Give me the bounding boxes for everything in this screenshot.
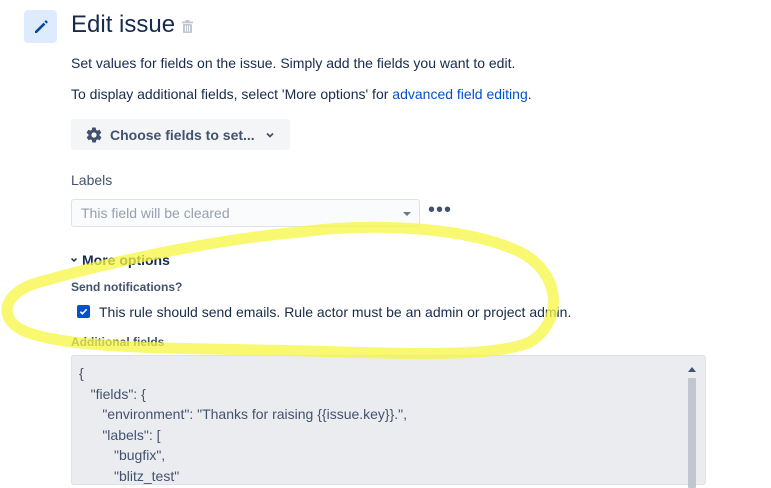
checkmark-icon bbox=[79, 308, 88, 315]
edit-issue-icon-tile bbox=[24, 10, 57, 43]
additional-fields-json[interactable]: { "fields": { "environment": "Thanks for… bbox=[79, 363, 407, 486]
send-emails-checkbox[interactable] bbox=[77, 305, 90, 318]
intro-line-1: Set values for fields on the issue. Simp… bbox=[71, 55, 516, 71]
labels-select[interactable]: This field will be cleared bbox=[71, 199, 420, 227]
send-emails-label[interactable]: This rule should send emails. Rule actor… bbox=[99, 302, 571, 322]
labels-field-label: Labels bbox=[71, 172, 113, 188]
chevron-down-icon bbox=[70, 257, 78, 263]
intro-line-2-prefix: To display additional fields, select 'Mo… bbox=[71, 86, 393, 102]
choose-fields-button[interactable]: Choose fields to set... bbox=[71, 119, 290, 150]
intro-line-2-suffix: . bbox=[527, 86, 532, 102]
more-options-label: More options bbox=[82, 252, 170, 268]
trash-icon[interactable] bbox=[182, 20, 193, 36]
additional-fields-editor[interactable]: { "fields": { "environment": "Thanks for… bbox=[71, 355, 706, 488]
page-title: Edit issue bbox=[71, 11, 176, 38]
send-notifications-label: Send notifications? bbox=[71, 280, 183, 294]
chevron-down-icon bbox=[403, 212, 411, 216]
gear-icon bbox=[86, 127, 102, 142]
choose-fields-label: Choose fields to set... bbox=[110, 126, 255, 143]
intro-line-2: To display additional fields, select 'Mo… bbox=[71, 84, 532, 104]
pencil-icon bbox=[34, 19, 48, 33]
scroll-up-icon[interactable] bbox=[688, 366, 696, 374]
chevron-down-icon bbox=[266, 132, 274, 138]
scrollbar-thumb[interactable] bbox=[688, 378, 696, 488]
advanced-field-editing-link[interactable]: advanced field editing bbox=[392, 86, 527, 102]
more-actions-icon[interactable]: ••• bbox=[428, 200, 452, 220]
labels-placeholder: This field will be cleared bbox=[81, 205, 230, 221]
additional-fields-label: Additional fields bbox=[71, 335, 165, 349]
more-options-toggle[interactable]: More options bbox=[69, 252, 170, 268]
